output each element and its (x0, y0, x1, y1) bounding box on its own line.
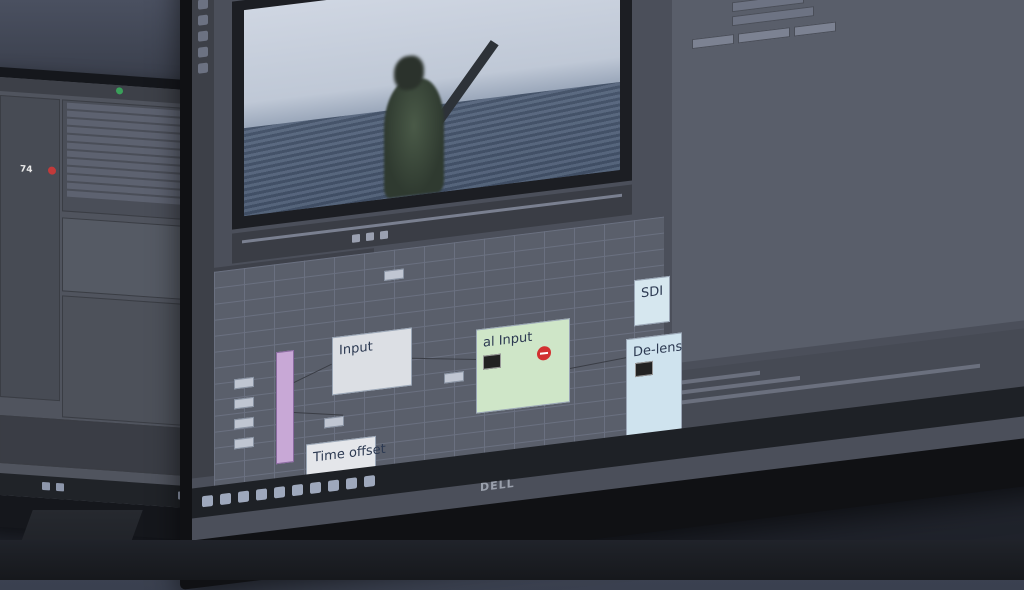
record-icon[interactable] (48, 166, 56, 175)
taskbar-app-icon[interactable] (56, 482, 64, 492)
digital-input-node-label: al Input (483, 329, 533, 351)
digital-input-node[interactable]: al Input (476, 318, 570, 414)
small-node[interactable] (234, 376, 254, 390)
prev-frame-icon[interactable] (352, 233, 360, 243)
tool-sidebar[interactable] (192, 0, 214, 479)
stop-icon (537, 345, 551, 362)
small-node[interactable] (234, 396, 254, 410)
desk-surface (0, 540, 1024, 580)
video-frame (244, 0, 620, 217)
start-icon[interactable] (202, 494, 213, 508)
main-monitor: Input al Input Time offset SDI De-lens D… (180, 0, 1024, 590)
property-button[interactable] (692, 33, 734, 50)
node-connection (567, 356, 628, 370)
sdi-node-label: SDI (641, 283, 664, 302)
tool-icon (198, 30, 208, 42)
tool-icon (198, 62, 208, 74)
small-node[interactable] (234, 416, 254, 430)
taskbar-app-icon[interactable] (274, 486, 285, 499)
taskbar-app-icon[interactable] (310, 481, 321, 495)
scene-outliner-list[interactable] (62, 99, 194, 221)
small-node[interactable] (324, 415, 344, 429)
node-connection (293, 411, 344, 416)
taskbar-app-icon[interactable] (346, 477, 357, 490)
tool-icon (198, 14, 208, 26)
node-connection (293, 363, 332, 383)
small-node[interactable] (444, 371, 464, 384)
taskbar-app-icon[interactable] (292, 483, 303, 497)
left-tool-column (0, 94, 60, 402)
input-node[interactable]: Input (332, 327, 412, 396)
small-node[interactable] (384, 268, 404, 281)
node-connection (409, 357, 478, 360)
taskbar-app-icon[interactable] (220, 492, 231, 506)
sdi-node[interactable]: SDI (634, 275, 670, 327)
taskbar-app-icon[interactable] (42, 481, 50, 491)
soldier-figure (384, 75, 444, 199)
frame-counter: 74 (20, 164, 33, 176)
property-button[interactable] (738, 27, 790, 44)
taskbar-app-icon[interactable] (364, 475, 375, 488)
property-button[interactable] (794, 21, 836, 37)
taskbar-app-icon[interactable] (256, 488, 267, 501)
tool-icon (198, 0, 208, 10)
node-thumbnail (635, 360, 653, 378)
node-properties-panel[interactable] (672, 0, 1024, 364)
play-icon[interactable] (366, 232, 374, 242)
properties-panel[interactable] (62, 217, 194, 301)
attributes-panel[interactable] (62, 295, 194, 427)
next-frame-icon[interactable] (380, 230, 388, 240)
delens-node-label: De-lens (633, 339, 683, 361)
left-monitor-screen: 74 (0, 76, 206, 510)
time-offset-node-label: Time offset (313, 441, 386, 466)
delens-node[interactable]: De-lens (626, 332, 683, 442)
tool-icon (198, 46, 208, 58)
input-node-label: Input (339, 339, 373, 359)
taskbar-app-icon[interactable] (238, 490, 249, 503)
input-stack-node[interactable] (276, 350, 294, 465)
main-monitor-screen: Input al Input Time offset SDI De-lens (192, 0, 1024, 541)
small-node[interactable] (234, 436, 254, 450)
status-light-icon (116, 87, 123, 95)
left-taskbar (0, 472, 206, 510)
node-thumbnail (483, 353, 501, 370)
taskbar-app-icon[interactable] (328, 479, 339, 492)
